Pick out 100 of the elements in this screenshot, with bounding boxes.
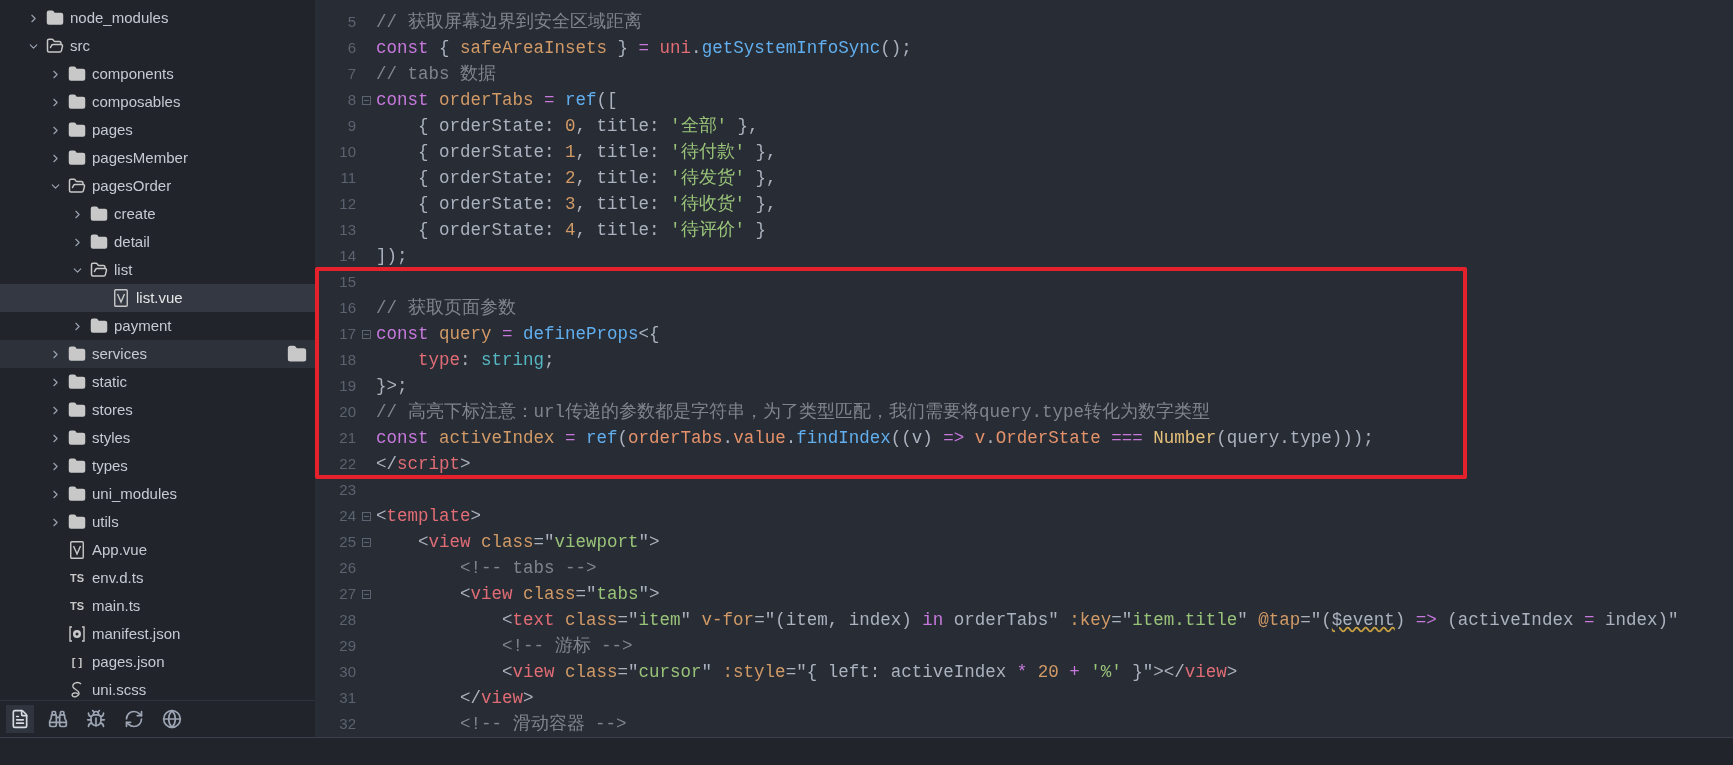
code-line: <view class="viewport"> bbox=[417, 530, 660, 554]
code-line: </view> bbox=[459, 686, 534, 710]
file-item[interactable]: list.vue bbox=[0, 284, 315, 312]
line-number: 22 bbox=[338, 453, 356, 474]
line-number: 26 bbox=[338, 557, 356, 578]
code-line: // tabs 数据 bbox=[376, 62, 496, 86]
folder-icon bbox=[68, 93, 86, 111]
file-item[interactable]: manifest.json bbox=[0, 620, 315, 648]
code-line: <view class="cursor" :style="{ left: activeIndex * 20 + '%' }"></view> bbox=[501, 660, 1238, 684]
code-line: const orderTabs = ref([ bbox=[376, 88, 618, 112]
code-line: // 获取屏幕边界到安全区域距离 bbox=[376, 10, 642, 34]
code-line: const { safeAreaInsets } = uni.getSystemInfoSync(); bbox=[376, 36, 912, 60]
line-number: 20 bbox=[338, 401, 356, 422]
folder-item[interactable]: create bbox=[0, 200, 315, 228]
folder-item[interactable]: components bbox=[0, 60, 315, 88]
file-item[interactable]: uni.scss bbox=[0, 676, 315, 700]
folder-item[interactable]: types bbox=[0, 452, 315, 480]
folder-icon bbox=[90, 317, 108, 335]
folder-item[interactable]: list bbox=[0, 256, 315, 284]
code-line: type: string; bbox=[417, 348, 555, 372]
line-number: 24 bbox=[338, 505, 356, 526]
line-number: 21 bbox=[338, 427, 356, 448]
code-line: // 获取页面参数 bbox=[376, 296, 516, 320]
line-number: 23 bbox=[338, 479, 356, 500]
line-number: 5 bbox=[346, 11, 356, 32]
files-icon[interactable] bbox=[6, 705, 34, 733]
file-type-icon: TS bbox=[68, 569, 86, 587]
folder-item[interactable]: pages bbox=[0, 116, 315, 144]
folder-item[interactable]: services bbox=[0, 340, 315, 368]
folder-item[interactable]: payment bbox=[0, 312, 315, 340]
folder-icon bbox=[46, 9, 64, 27]
code-line: { orderState: 0, title: '全部' }, bbox=[417, 114, 759, 138]
folder-item[interactable]: uni_modules bbox=[0, 480, 315, 508]
code-line: <!-- 滑动容器 --> bbox=[459, 712, 627, 736]
line-number: 14 bbox=[338, 245, 356, 266]
code-line: // 高亮下标注意：url传递的参数都是字符串，为了类型匹配，我们需要将query.type转化为数字类型 bbox=[376, 400, 1211, 424]
code-line: <!-- tabs --> bbox=[459, 556, 597, 580]
line-number: 30 bbox=[338, 661, 356, 682]
gear-file-icon bbox=[68, 625, 86, 643]
vue-file-icon bbox=[70, 541, 84, 559]
line-number: 9 bbox=[346, 115, 356, 136]
file-item[interactable]: TS env.d.ts bbox=[0, 564, 315, 592]
file-item[interactable]: App.vue bbox=[0, 536, 315, 564]
line-number: 15 bbox=[338, 271, 356, 292]
line-number: 7 bbox=[346, 63, 356, 84]
folder-item[interactable]: styles bbox=[0, 424, 315, 452]
file-item[interactable]: [ ] pages.json bbox=[0, 648, 315, 676]
folder-icon bbox=[68, 121, 86, 139]
code-line: const query = defineProps<{ bbox=[376, 322, 660, 346]
folder-icon bbox=[90, 205, 108, 223]
code-line: { orderState: 4, title: '待评价' } bbox=[417, 218, 767, 242]
folder-icon bbox=[68, 345, 86, 363]
folder-icon bbox=[90, 233, 108, 251]
code-line: { orderState: 3, title: '待收货' }, bbox=[417, 192, 777, 216]
file-type-icon: TS bbox=[68, 597, 86, 615]
folder-icon bbox=[68, 149, 86, 167]
folder-item[interactable]: stores bbox=[0, 396, 315, 424]
folder-item[interactable]: node_modules bbox=[0, 4, 315, 32]
file-item[interactable]: TS main.ts bbox=[0, 592, 315, 620]
open-folder-icon bbox=[68, 177, 86, 195]
code-line: <template> bbox=[376, 504, 482, 528]
folder-item[interactable]: utils bbox=[0, 508, 315, 536]
line-number: 18 bbox=[338, 349, 356, 370]
folder-item[interactable]: detail bbox=[0, 228, 315, 256]
line-number: 28 bbox=[338, 609, 356, 630]
folder-icon bbox=[68, 485, 86, 503]
code-line: const activeIndex = ref(orderTabs.value.findIndex((v) => v.OrderState === Number(query.type))); bbox=[376, 426, 1374, 450]
line-number: 17 bbox=[338, 323, 356, 344]
folder-item[interactable]: src bbox=[0, 32, 315, 60]
code-line: <text class="item" v-for="(item, index) in orderTabs" :key="item.title" @tap="($event) => (activeIndex = index)" bbox=[501, 608, 1679, 632]
folder-icon bbox=[68, 65, 86, 83]
folder-icon bbox=[68, 373, 86, 391]
code-line: ]); bbox=[376, 244, 408, 268]
code-line: { orderState: 1, title: '待付款' }, bbox=[417, 140, 777, 164]
line-number: 32 bbox=[338, 713, 356, 734]
line-number: 13 bbox=[338, 219, 356, 240]
folder-item[interactable]: composables bbox=[0, 88, 315, 116]
folder-icon bbox=[68, 429, 86, 447]
line-number: 16 bbox=[338, 297, 356, 318]
vue-file-icon bbox=[114, 289, 128, 307]
line-number: 27 bbox=[338, 583, 356, 604]
line-number: 8 bbox=[346, 89, 356, 110]
code-line: <!-- 游标 --> bbox=[501, 634, 633, 658]
file-type-icon: [ ] bbox=[68, 653, 86, 671]
open-folder-icon bbox=[90, 261, 108, 279]
folder-icon bbox=[68, 401, 86, 419]
folder-icon[interactable] bbox=[287, 344, 307, 364]
folder-item[interactable]: pagesOrder bbox=[0, 172, 315, 200]
folder-item[interactable]: static bbox=[0, 368, 315, 396]
line-number: 10 bbox=[338, 141, 356, 162]
folder-item[interactable]: pagesMember bbox=[0, 144, 315, 172]
code-line: </script> bbox=[376, 452, 471, 476]
line-number: 6 bbox=[346, 37, 356, 58]
folder-icon bbox=[68, 513, 86, 531]
line-number: 12 bbox=[338, 193, 356, 214]
code-line: <view class="tabs"> bbox=[459, 582, 660, 606]
code-line: { orderState: 2, title: '待发货' }, bbox=[417, 166, 777, 190]
line-number: 11 bbox=[339, 167, 356, 188]
folder-icon bbox=[68, 457, 86, 475]
line-number: 31 bbox=[338, 687, 356, 708]
